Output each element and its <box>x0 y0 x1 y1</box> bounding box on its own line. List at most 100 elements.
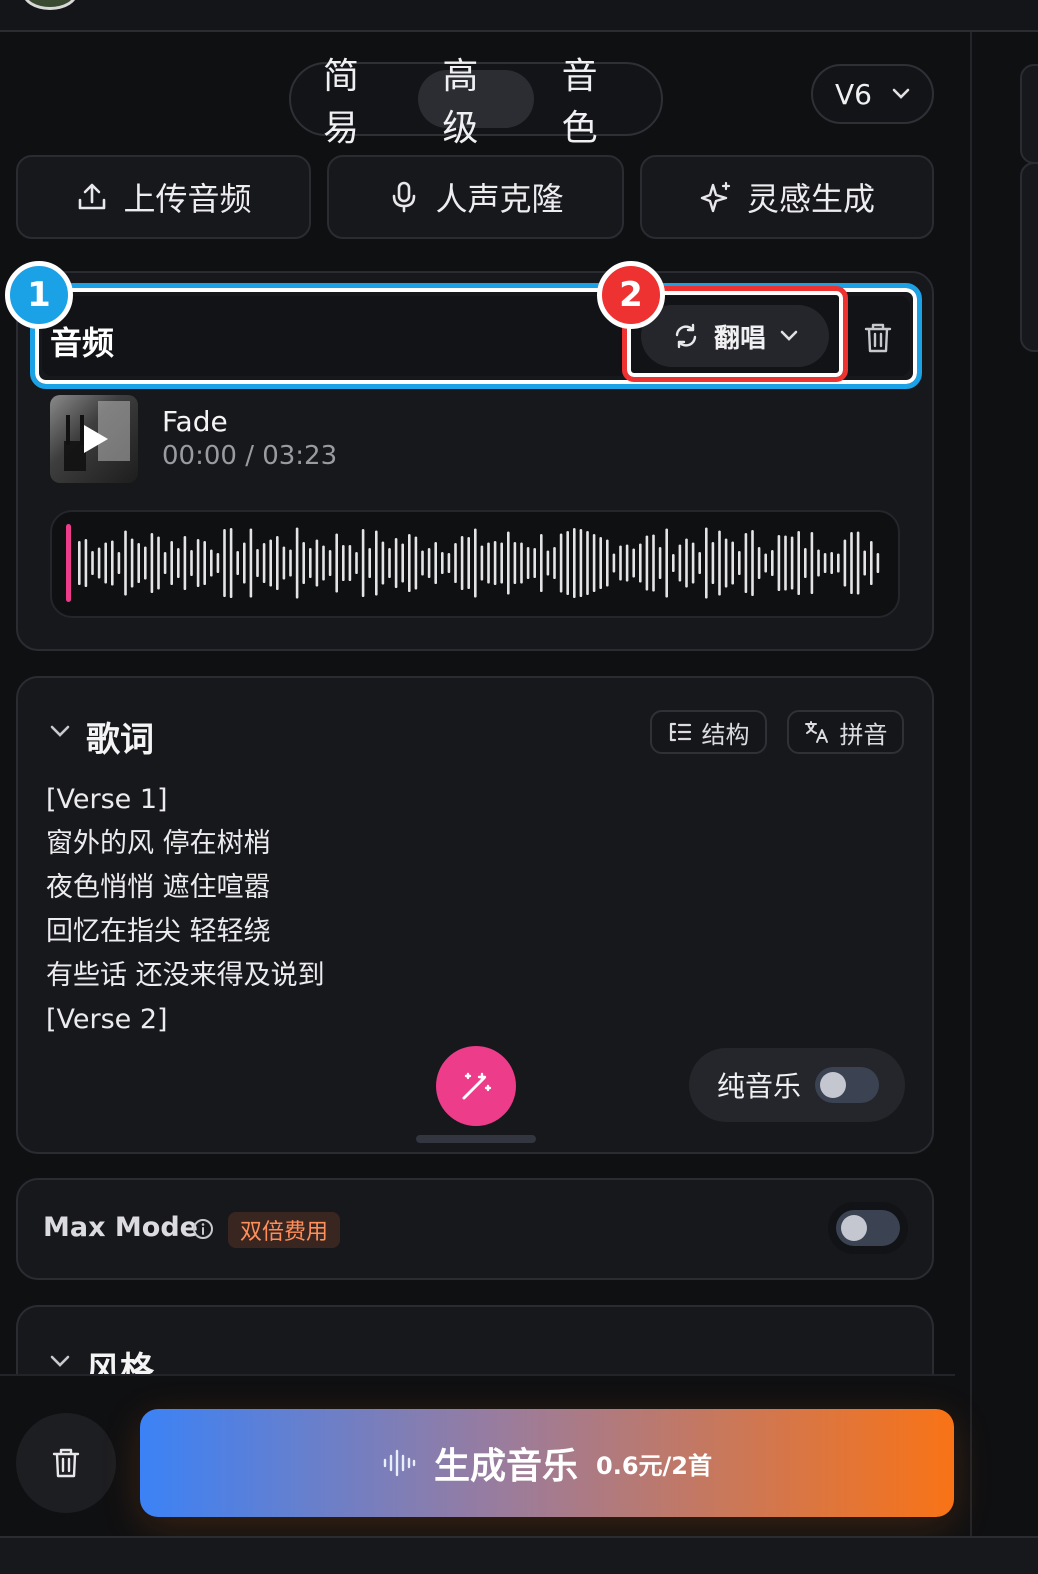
waveform-bar <box>223 529 226 597</box>
waveform-bar <box>500 542 503 584</box>
generate-price: 0.6元/2首 <box>596 1451 712 1480</box>
waveform[interactable] <box>50 510 900 618</box>
waveform-bar <box>111 540 114 586</box>
waveform-bar <box>652 534 655 592</box>
waveform-bar <box>236 551 239 575</box>
mode-advanced[interactable]: 高级 <box>418 56 534 149</box>
bottom-bar <box>0 1536 1038 1574</box>
waveform-bar <box>355 552 358 574</box>
chevron-down-icon <box>892 88 910 99</box>
trash-icon <box>864 323 892 353</box>
ai-lyrics-button[interactable] <box>436 1046 516 1126</box>
waveform-bar <box>744 533 748 593</box>
waveform-bar <box>276 536 279 590</box>
structure-button[interactable]: 结构 <box>650 710 767 754</box>
generate-music-button[interactable]: 生成音乐 0.6元/2首 <box>140 1409 954 1517</box>
waveform-bar <box>177 548 180 578</box>
pinyin-button[interactable]: 拼音 <box>787 710 904 754</box>
resize-handle[interactable] <box>416 1135 536 1143</box>
mode-simple[interactable]: 简易 <box>299 56 414 149</box>
right-panel-card <box>1020 162 1038 352</box>
delete-audio-button[interactable] <box>858 318 898 358</box>
waveform-bar <box>315 539 319 587</box>
inspiration-button[interactable]: 灵感生成 <box>640 155 934 239</box>
cover-mode-select[interactable]: 翻唱 <box>641 305 829 367</box>
waveform-bar <box>790 536 794 590</box>
waveform-bar <box>249 528 253 598</box>
collapse-chevron-icon[interactable] <box>50 724 70 738</box>
lyrics-line: 窗外的风 停在树梢 <box>46 828 271 859</box>
pinyin-label: 拼音 <box>839 720 888 749</box>
top-bar <box>0 0 1038 32</box>
waveform-bar <box>876 553 880 573</box>
cover-mode-label: 翻唱 <box>713 323 766 354</box>
waveform-bar <box>368 548 371 578</box>
audio-section-title: 音频 <box>50 324 115 362</box>
waveform-bar <box>738 551 741 575</box>
waveform-bar <box>658 547 662 579</box>
waveform-bar <box>144 546 147 580</box>
waveform-bar <box>705 527 708 599</box>
max-mode-toggle[interactable] <box>836 1210 900 1246</box>
waveform-bar <box>586 531 589 595</box>
track-cover-play-button[interactable] <box>50 395 138 483</box>
waveform-bar <box>573 528 576 598</box>
waveform-bar <box>348 545 352 581</box>
upload-icon <box>79 183 106 210</box>
waveform-bar <box>117 552 121 574</box>
track-time: 00:00 / 03:23 <box>162 441 338 471</box>
upload-audio-button[interactable]: 上传音频 <box>16 155 311 239</box>
waveform-bar <box>757 547 761 579</box>
waveform-bar <box>388 548 391 578</box>
lyrics-editor[interactable]: [Verse 1] 窗外的风 停在树梢 夜色悄悄 遮住喧嚣 回忆在指尖 轻轻绕 … <box>46 778 325 1042</box>
lyrics-line: [Verse 2] <box>46 1004 168 1035</box>
max-mode-label: Max Mode <box>43 1212 198 1243</box>
waveform-bar <box>97 547 101 579</box>
waveform-bar <box>540 534 543 592</box>
waveform-bar <box>282 546 286 580</box>
waveform-bar <box>196 539 200 587</box>
waveform-bar <box>493 541 497 585</box>
waveform-bar <box>137 543 140 583</box>
max-mode-toggle-wrap <box>828 1202 908 1254</box>
waveform-bar <box>553 547 556 579</box>
lyrics-title: 歌词 <box>86 720 154 760</box>
waveform-bar <box>784 535 787 591</box>
waveform-bar <box>421 550 424 576</box>
chevron-down-icon <box>780 330 798 341</box>
waveform-bar <box>104 542 107 584</box>
waveform-bar <box>441 552 444 574</box>
waveform-bar <box>124 530 127 596</box>
annotation-badge-1: 1 <box>5 261 73 329</box>
voice-clone-button[interactable]: 人声克隆 <box>327 155 624 239</box>
waveform-bar <box>804 548 807 578</box>
waveform-bar <box>731 541 734 585</box>
info-icon[interactable] <box>192 1218 214 1240</box>
waveform-bar <box>678 544 682 582</box>
annotation-badge-2: 2 <box>597 261 665 329</box>
waveform-bar <box>289 549 292 577</box>
waveform-bar <box>711 542 715 584</box>
waveform-bar <box>507 531 510 595</box>
app-logo[interactable] <box>22 0 78 10</box>
instrumental-toggle[interactable] <box>815 1067 880 1103</box>
waveform-bar <box>520 542 523 584</box>
waveform-bar <box>870 541 873 585</box>
waveform-bar <box>78 541 81 585</box>
track-name: Fade <box>162 405 228 438</box>
collapse-chevron-icon[interactable] <box>50 1354 70 1368</box>
waveform-bar <box>645 535 649 591</box>
clear-all-button[interactable] <box>16 1413 116 1513</box>
playhead[interactable] <box>66 524 71 602</box>
waveform-bar <box>599 537 602 589</box>
version-select[interactable]: V6 <box>811 64 934 124</box>
waveform-bar <box>243 542 246 584</box>
lyrics-line: [Verse 1] <box>46 784 168 815</box>
waveform-bar <box>546 550 550 576</box>
waveform-bar <box>269 539 272 587</box>
mode-timbre[interactable]: 音色 <box>538 56 653 149</box>
waveform-bar <box>639 543 642 583</box>
waveform-bar <box>559 533 563 593</box>
waveform-bar <box>414 536 418 590</box>
waveform-bar <box>764 553 767 573</box>
